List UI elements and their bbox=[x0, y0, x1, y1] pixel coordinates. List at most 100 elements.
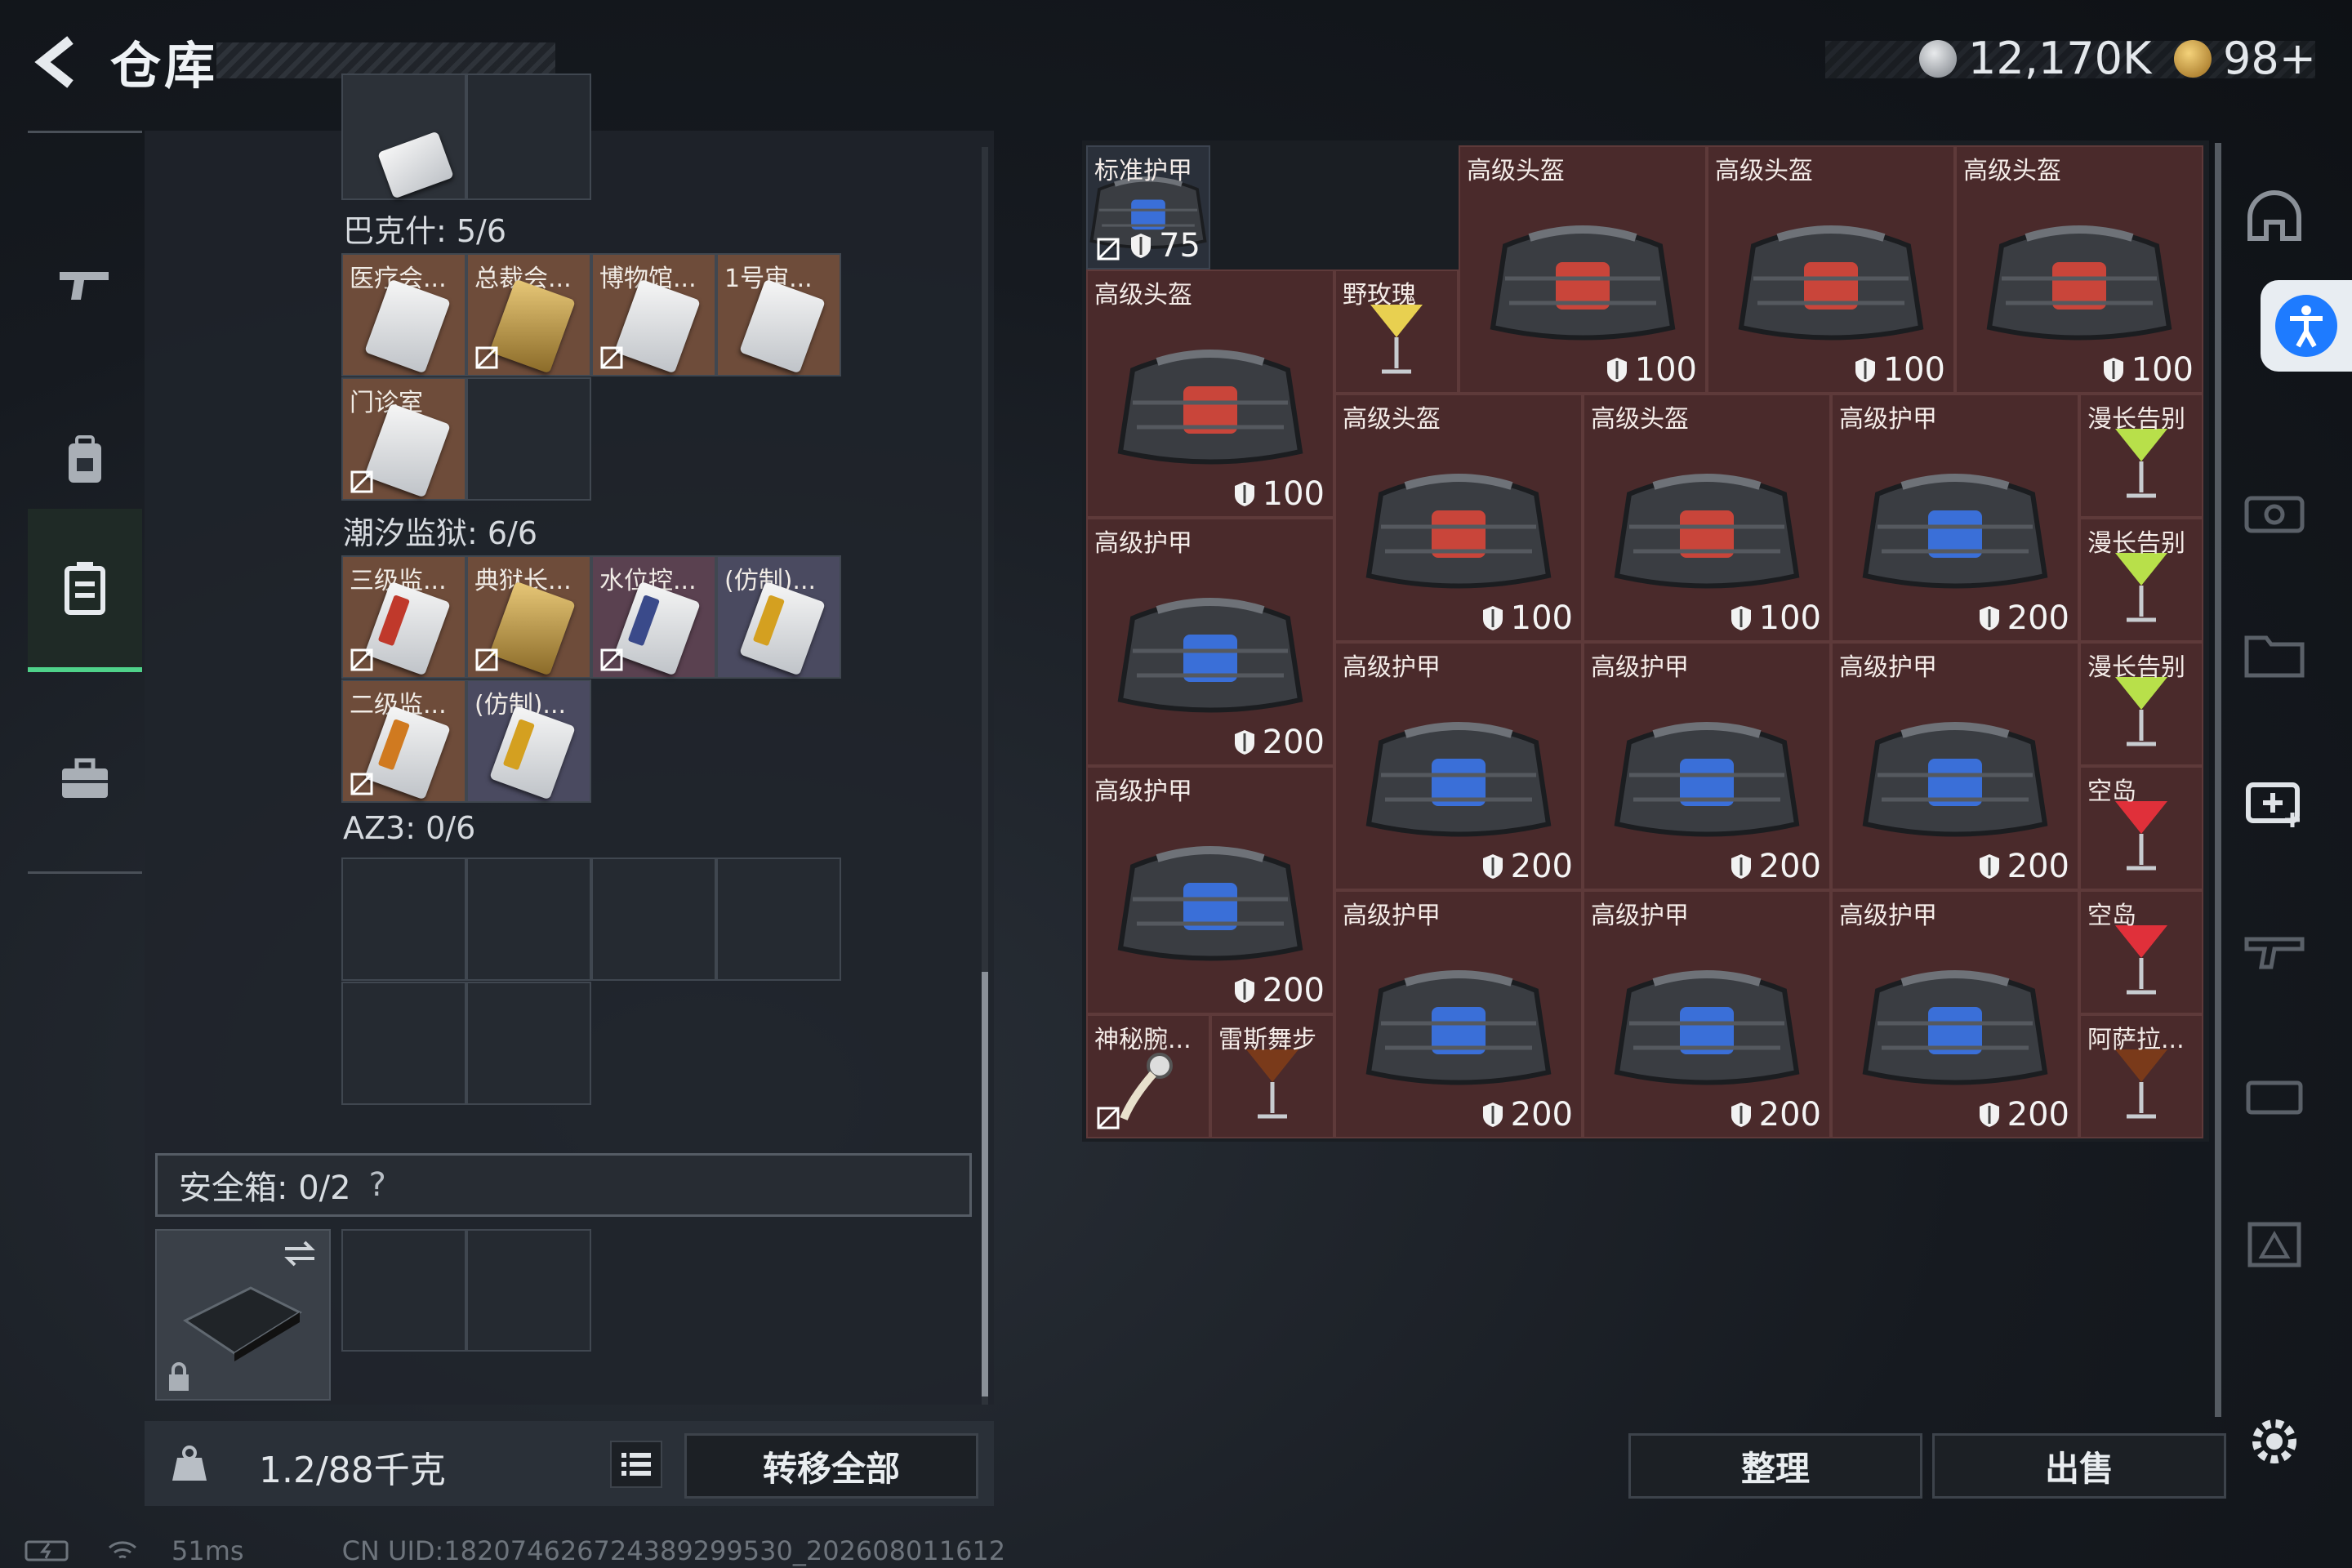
keycard-slot[interactable]: 二级监... bbox=[341, 679, 466, 803]
keycard-slot[interactable]: 水位控... bbox=[591, 555, 716, 679]
armor-bag-icon bbox=[1365, 970, 1552, 1085]
empty-slot[interactable] bbox=[341, 858, 466, 981]
shield-icon bbox=[1234, 978, 1254, 1003]
keycard-slot[interactable]: 三级监... bbox=[341, 555, 466, 679]
shield-icon bbox=[1131, 234, 1152, 258]
grid-item-watch[interactable]: 神秘腕... bbox=[1086, 1014, 1210, 1138]
grid-item-armor[interactable]: 高级护甲 200 bbox=[1086, 766, 1334, 1014]
grid-item-armor[interactable]: 高级护甲 200 bbox=[1831, 890, 2079, 1138]
item-label: 高级头盔 bbox=[1963, 157, 2061, 185]
item-label: 高级护甲 bbox=[1839, 405, 1937, 434]
grid-item-armor[interactable]: 标准护甲 75 bbox=[1086, 145, 1210, 270]
rail-gti-gun-icon[interactable] bbox=[2238, 911, 2311, 984]
help-icon[interactable]: ? bbox=[369, 1166, 386, 1204]
grid-item-drink[interactable]: 漫长告别 bbox=[2079, 518, 2203, 642]
shield-icon bbox=[1979, 1102, 1999, 1127]
armor-bag-icon bbox=[1862, 722, 2048, 837]
nav-toolbox[interactable] bbox=[28, 697, 142, 860]
grid-item-helmet[interactable]: 高级头盔 100 bbox=[1955, 145, 2203, 394]
grid-item-drink[interactable]: 漫长告别 bbox=[2079, 394, 2203, 518]
grid-item-armor[interactable]: 高级护甲 200 bbox=[1334, 890, 1583, 1138]
empty-slot[interactable] bbox=[716, 858, 841, 981]
wifi-icon bbox=[109, 1541, 136, 1559]
keycard-slot[interactable]: 医疗会... bbox=[341, 253, 466, 376]
grid-item-helmet[interactable]: 高级头盔 100 bbox=[1583, 394, 1831, 642]
weight-icon bbox=[161, 1437, 218, 1490]
keycard-slot[interactable]: (仿制)... bbox=[466, 679, 591, 803]
empty-slot[interactable] bbox=[466, 858, 591, 981]
partial-slot[interactable] bbox=[341, 74, 466, 200]
grid-item-drink[interactable]: 空岛 bbox=[2079, 890, 2203, 1014]
item-label: 野玫瑰 bbox=[1343, 281, 1416, 310]
grid-item-drink[interactable]: 空岛 bbox=[2079, 766, 2203, 890]
keycard-slot[interactable]: 门诊室 bbox=[341, 377, 466, 501]
rail-gti-map-icon[interactable] bbox=[2238, 1205, 2311, 1278]
grid-item-armor[interactable]: 高级护甲 200 bbox=[1831, 642, 2079, 890]
helmet-bag-icon bbox=[1738, 225, 1924, 341]
safebox-icon bbox=[183, 1286, 303, 1361]
ping-value: 51ms bbox=[172, 1535, 244, 1566]
item-label: 神秘腕... bbox=[1094, 1026, 1192, 1054]
grid-item-helmet[interactable]: 高级头盔 100 bbox=[1334, 394, 1583, 642]
container-icon bbox=[65, 562, 105, 615]
keycard-slot[interactable]: (仿制)... bbox=[716, 555, 841, 679]
empty-slot[interactable] bbox=[341, 982, 466, 1105]
section-label: 巴克什: 5/6 bbox=[343, 213, 507, 249]
shield-icon bbox=[1979, 606, 1999, 630]
item-label: 标准护甲 bbox=[1094, 157, 1192, 185]
empty-slot[interactable] bbox=[591, 858, 716, 981]
grid-item-helmet[interactable]: 高级头盔 100 bbox=[1086, 270, 1334, 518]
swap-icon[interactable] bbox=[282, 1239, 318, 1268]
item-label: 阿萨拉... bbox=[2087, 1026, 2185, 1054]
item-label: 高级头盔 bbox=[1094, 281, 1192, 310]
item-label: 高级护甲 bbox=[1839, 653, 1937, 682]
organize-button[interactable]: 整理 bbox=[1628, 1433, 1922, 1499]
grid-scrollbar[interactable] bbox=[2215, 143, 2221, 1417]
rail-medkit-icon[interactable] bbox=[2238, 764, 2311, 837]
helmet-bag-icon bbox=[1614, 474, 1800, 589]
status-bar: 51ms CN UID:182074626724389299530_202608… bbox=[24, 1535, 1005, 1566]
keycard-slot[interactable]: 博物馆... bbox=[591, 253, 716, 376]
list-view-button[interactable] bbox=[610, 1441, 662, 1488]
item-label: 高级护甲 bbox=[1591, 902, 1689, 930]
item-label: 漫长告别 bbox=[2087, 529, 2185, 558]
sell-button[interactable]: 出售 bbox=[1932, 1433, 2226, 1499]
accessibility-button[interactable] bbox=[2261, 280, 2352, 372]
item-label: 高级头盔 bbox=[1591, 405, 1689, 434]
grid-item-drink[interactable]: 野玫瑰 bbox=[1334, 270, 1459, 394]
item-label: 高级护甲 bbox=[1343, 653, 1441, 682]
grid-item-armor[interactable]: 高级护甲 200 bbox=[1583, 890, 1831, 1138]
grid-item-helmet[interactable]: 高级头盔 100 bbox=[1459, 145, 1707, 394]
keycard-slot[interactable]: 总裁会... bbox=[466, 253, 591, 376]
grid-item-helmet[interactable]: 高级头盔 100 bbox=[1707, 145, 1955, 394]
backpack-icon bbox=[69, 435, 101, 483]
durability-value: 100 bbox=[1481, 599, 1573, 637]
currency-b[interactable]: 98+ bbox=[2174, 33, 2316, 84]
nav-container[interactable] bbox=[28, 509, 142, 672]
empty-slot[interactable] bbox=[466, 74, 591, 200]
empty-slot[interactable] bbox=[466, 1229, 591, 1352]
safebox-slot[interactable] bbox=[155, 1229, 331, 1401]
empty-slot[interactable] bbox=[341, 1229, 466, 1352]
grid-item-armor[interactable]: 高级护甲 200 bbox=[1583, 642, 1831, 890]
transfer-all-button[interactable]: 转移全部 bbox=[684, 1433, 978, 1499]
grid-item-armor[interactable]: 高级护甲 200 bbox=[1334, 642, 1583, 890]
grid-item-drink[interactable]: 雷斯舞步 bbox=[1210, 1014, 1334, 1138]
back-arrow-icon[interactable] bbox=[24, 29, 90, 95]
empty-slot[interactable] bbox=[466, 982, 591, 1105]
settings-gear-icon[interactable] bbox=[2238, 1405, 2311, 1478]
grid-item-armor[interactable]: 高级护甲 200 bbox=[1086, 518, 1334, 766]
grid-item-drink[interactable]: 漫长告别 bbox=[2079, 642, 2203, 766]
rail-tier4-folder-icon[interactable] bbox=[2238, 617, 2311, 690]
rail-gti-device-icon[interactable] bbox=[2238, 1058, 2311, 1131]
empty-slot[interactable] bbox=[466, 377, 591, 501]
container-scroll-thumb[interactable] bbox=[982, 972, 988, 1396]
keycard-slot[interactable]: 典狱长... bbox=[466, 555, 591, 679]
rail-helmet-icon[interactable] bbox=[2238, 184, 2311, 257]
nav-weapon[interactable] bbox=[28, 203, 142, 366]
keycard-slot[interactable]: 1号审... bbox=[716, 253, 841, 376]
rail-tier4-icon[interactable] bbox=[2238, 474, 2311, 547]
item-label: 高级护甲 bbox=[1094, 777, 1192, 806]
grid-item-armor[interactable]: 高级护甲 200 bbox=[1831, 394, 2079, 642]
grid-item-drink[interactable]: 阿萨拉... bbox=[2079, 1014, 2203, 1138]
